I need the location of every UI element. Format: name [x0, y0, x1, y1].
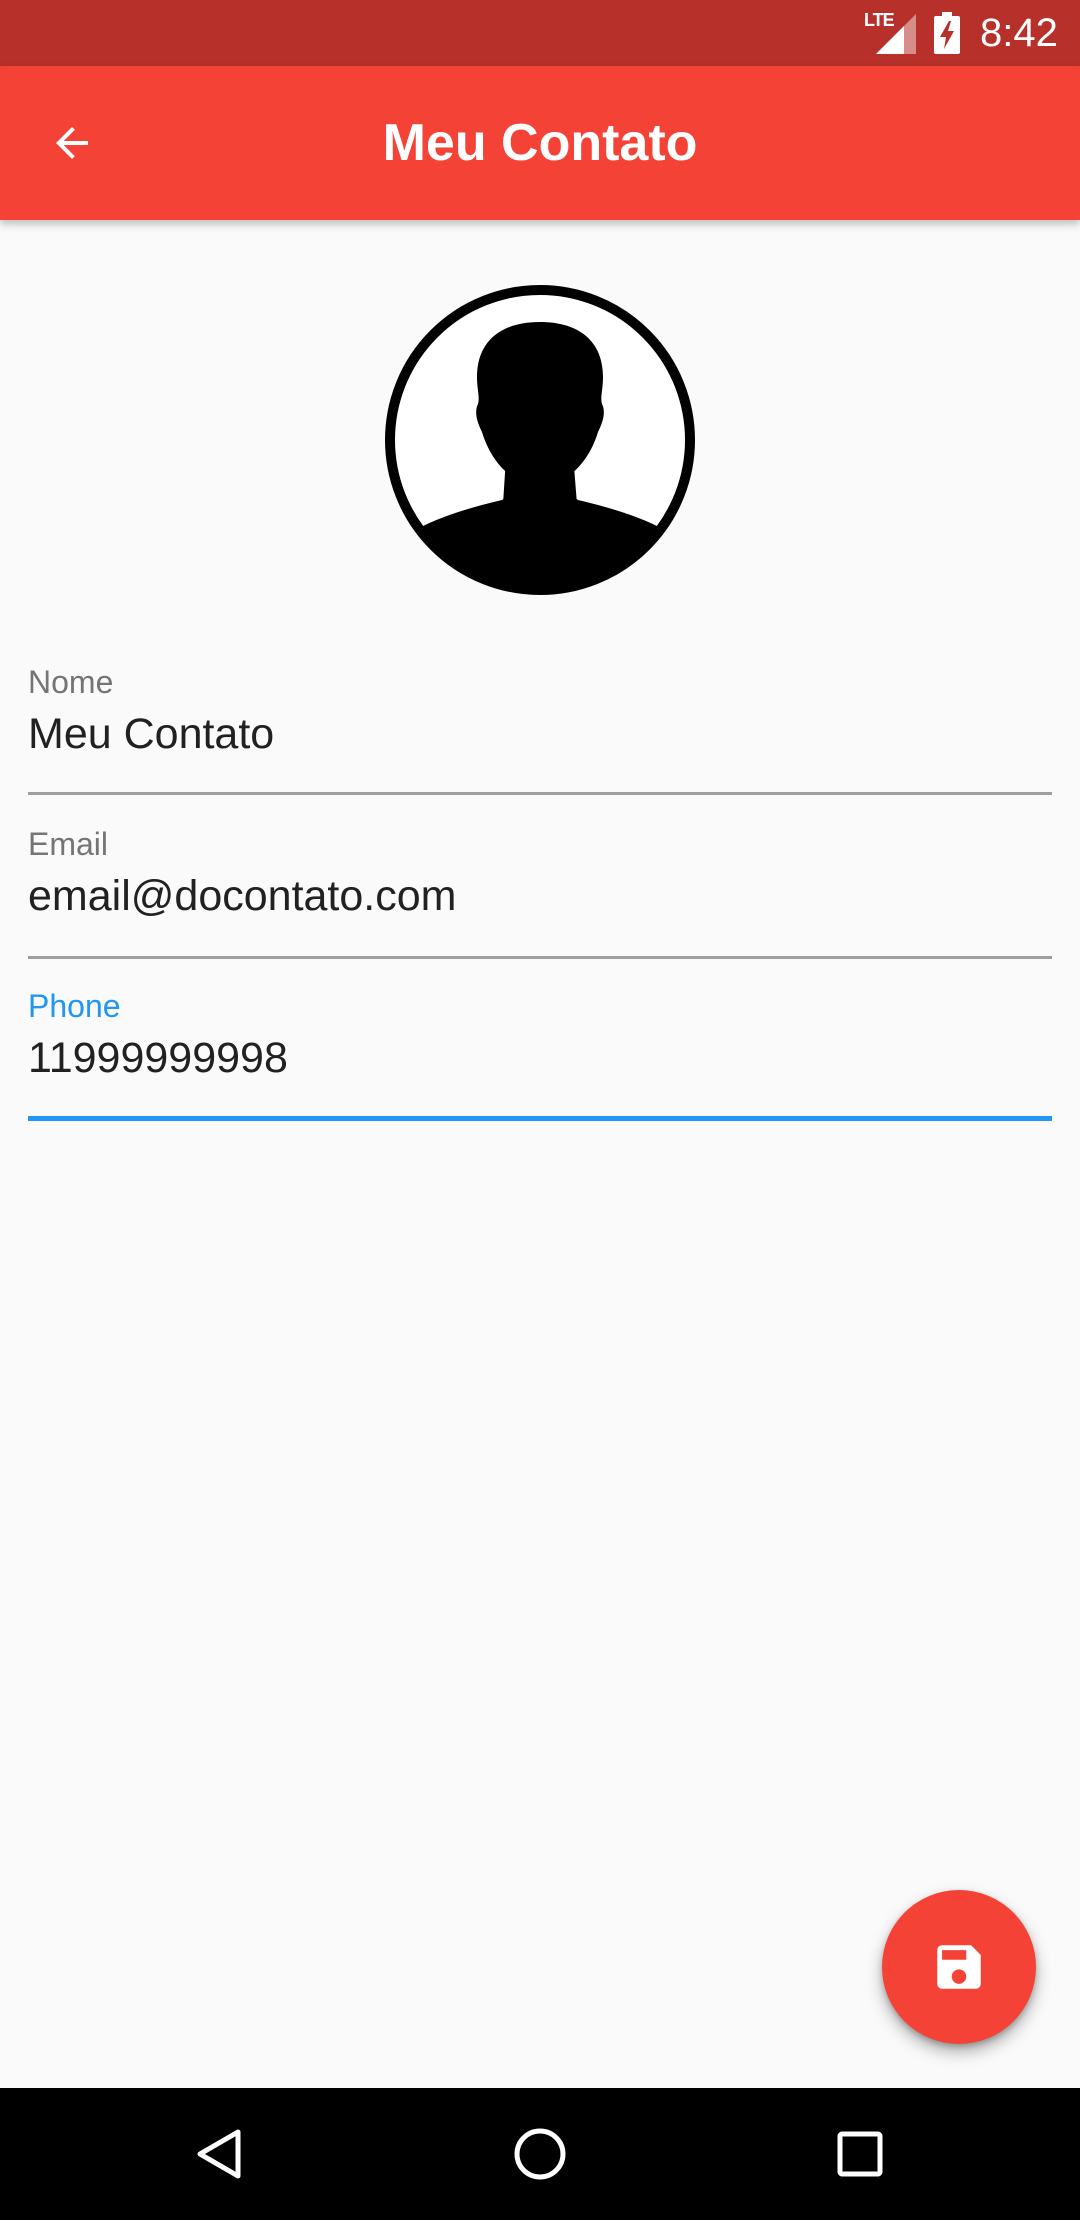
email-field[interactable]: Email email@docontato.com	[28, 826, 1052, 959]
signal-icon	[876, 14, 916, 54]
name-field[interactable]: Nome Meu Contato	[28, 664, 1052, 795]
phone-field-value[interactable]: 11999999998	[28, 1034, 288, 1083]
save-button[interactable]	[882, 1890, 1036, 2044]
system-nav-bar	[0, 2088, 1080, 2220]
app-bar: Meu Contato	[0, 66, 1080, 220]
page-title: Meu Contato	[382, 114, 698, 172]
nav-back-button[interactable]	[180, 2114, 260, 2194]
back-button[interactable]	[40, 111, 104, 175]
name-field-label: Nome	[28, 664, 114, 700]
nav-recents-button[interactable]	[820, 2114, 900, 2194]
arrow-back-icon	[56, 127, 88, 159]
home-circle-icon	[514, 2128, 566, 2180]
email-field-underline	[28, 956, 1052, 959]
save-icon	[937, 1945, 981, 1989]
email-field-label: Email	[28, 826, 109, 862]
email-field-value[interactable]: email@docontato.com	[28, 872, 456, 921]
nav-home-button[interactable]	[500, 2114, 580, 2194]
person-silhouette-icon	[385, 285, 695, 595]
phone-field-label: Phone	[28, 988, 121, 1024]
contact-avatar[interactable]	[382, 282, 698, 598]
phone-field[interactable]: Phone 11999999998	[28, 988, 1052, 1122]
clock: 8:42	[980, 11, 1058, 55]
name-field-value[interactable]: Meu Contato	[28, 710, 274, 759]
battery-charging-icon	[934, 12, 960, 54]
back-triangle-icon	[197, 2129, 241, 2179]
phone-field-underline	[28, 1116, 1052, 1121]
recents-square-icon	[837, 2131, 883, 2177]
name-field-underline	[28, 792, 1052, 795]
status-bar: LTE 8:42	[0, 0, 1080, 66]
